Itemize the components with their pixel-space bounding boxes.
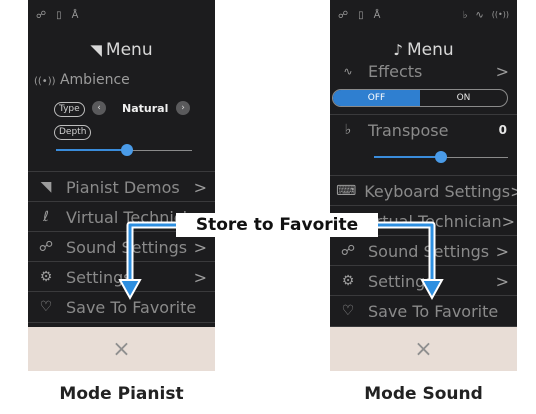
store-to-favorite-callout: Store to Favorite [176, 213, 378, 237]
callout-arrows [118, 221, 444, 301]
caption-left: Mode Pianist [59, 384, 184, 404]
left-arrow-line [128, 223, 176, 286]
left-arrow-head [118, 279, 142, 301]
caption-right: Mode Sound [364, 384, 483, 404]
right-arrow-head [420, 279, 444, 301]
right-arrow-line [378, 223, 434, 286]
